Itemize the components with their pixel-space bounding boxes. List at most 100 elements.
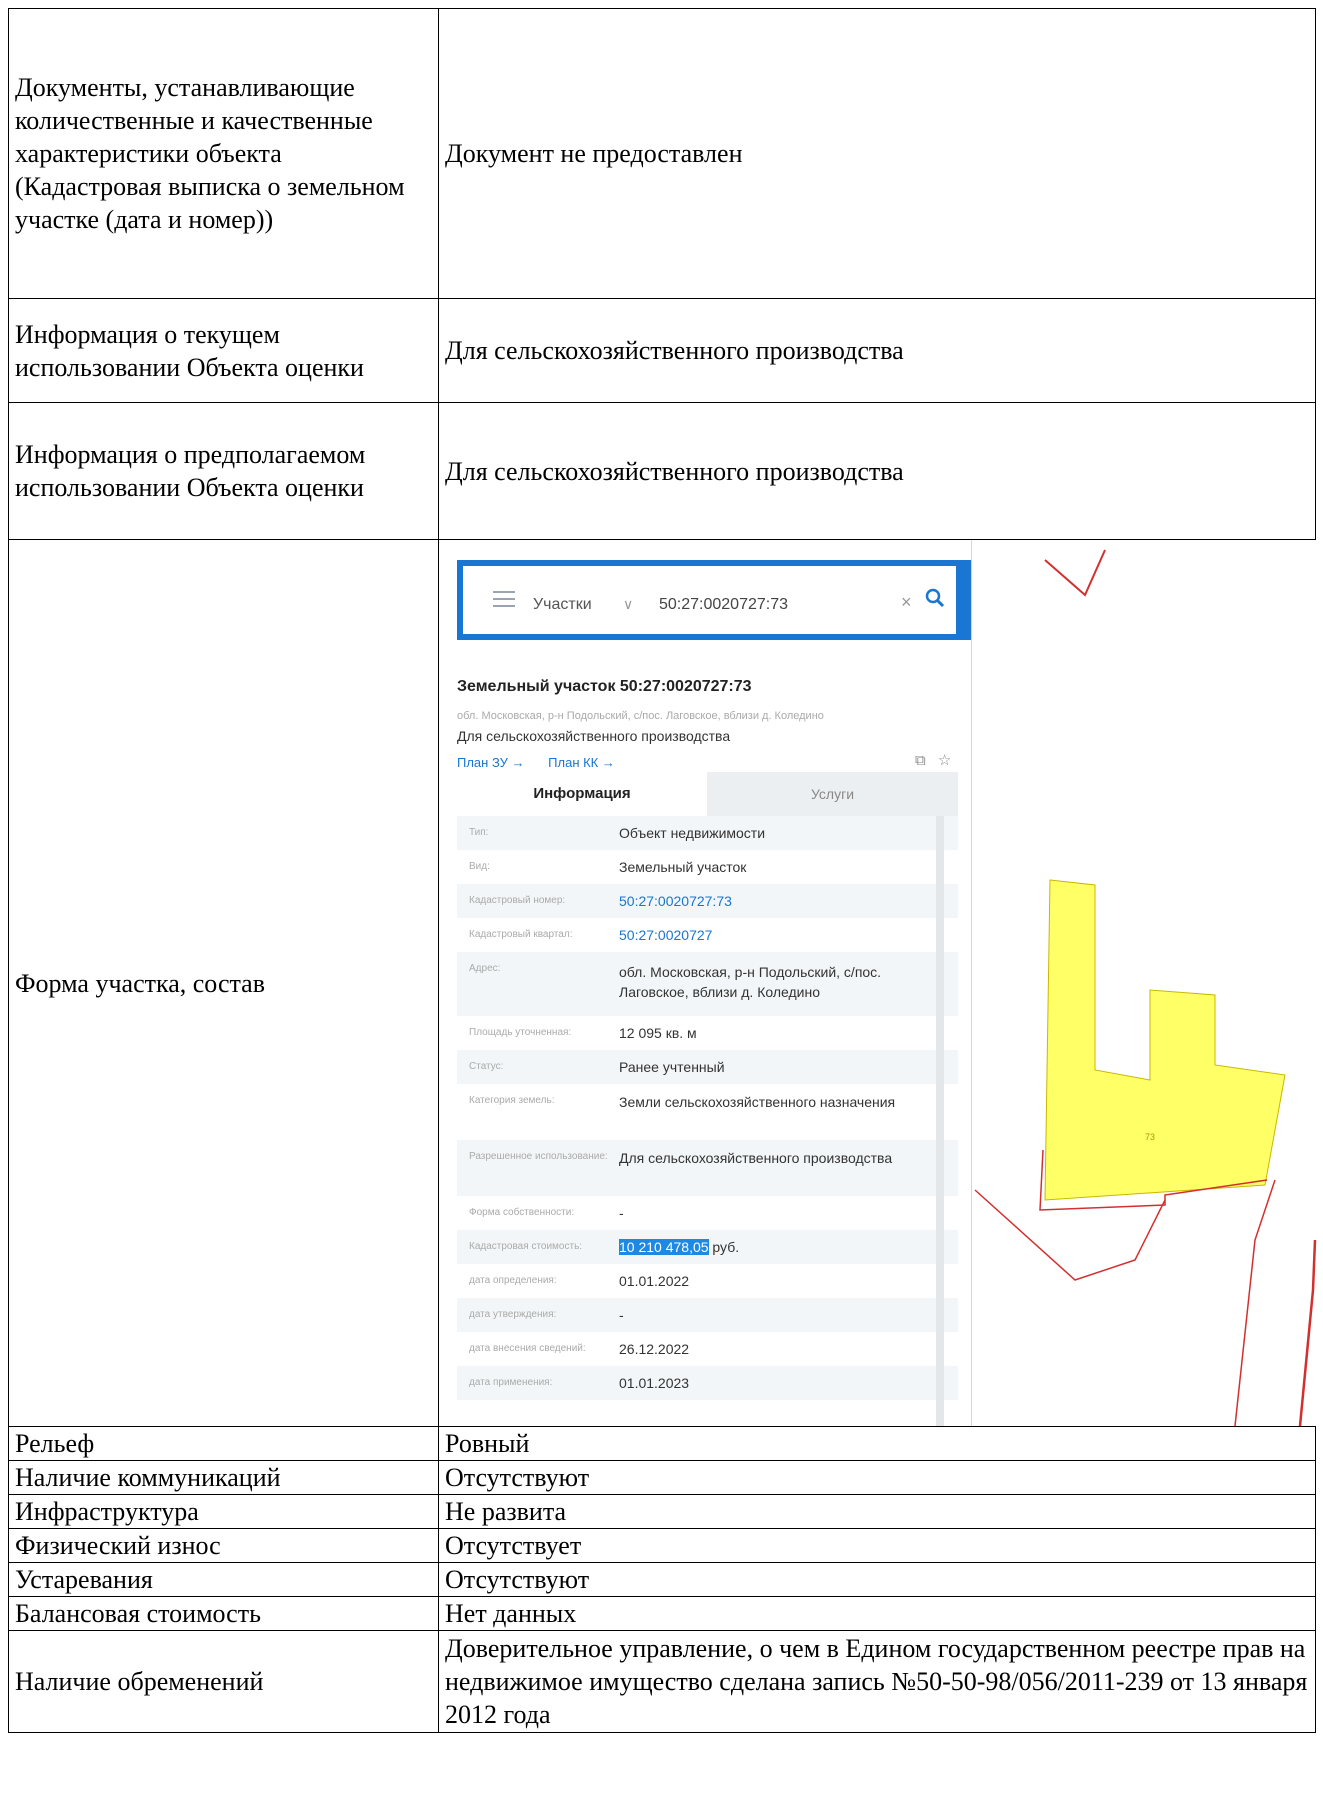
search-icon[interactable] bbox=[925, 588, 945, 608]
info-row: Форма собственности: - bbox=[457, 1196, 958, 1230]
table-row: Балансовая стоимость Нет данных bbox=[8, 1596, 1316, 1631]
search-category-select[interactable]: Участки bbox=[533, 588, 592, 621]
property-characteristics-table: Документы, устанавливающие количественны… bbox=[8, 8, 1322, 1733]
row-label: Рельеф bbox=[8, 1426, 439, 1461]
field-value: Ранее учтенный bbox=[619, 1059, 725, 1075]
field-value: 01.01.2023 bbox=[619, 1375, 690, 1391]
field-value: обл. Московская, р-н Подольский, с/пос. … bbox=[619, 964, 882, 1000]
info-row: дата внесения сведений: 26.12.2022 bbox=[457, 1332, 958, 1366]
table-row: Информация о текущем использовании Объек… bbox=[8, 298, 1316, 403]
info-row: Разрешенное использование: Для сельскохо… bbox=[457, 1140, 958, 1196]
field-label: Адрес: bbox=[469, 963, 501, 974]
table-row: Инфраструктура Не развита bbox=[8, 1494, 1316, 1529]
table-row: Документы, устанавливающие количественны… bbox=[8, 8, 1316, 299]
info-row: дата применения: 01.01.2023 bbox=[457, 1366, 958, 1400]
info-row: Кадастровый квартал: 50:27:0020727 bbox=[457, 918, 958, 952]
parcel-title: Земельный участок 50:27:0020727:73 bbox=[457, 678, 752, 695]
field-label: дата применения: bbox=[469, 1377, 553, 1388]
menu-icon[interactable] bbox=[493, 591, 515, 607]
field-label: дата утверждения: bbox=[469, 1309, 557, 1320]
boundary-line bbox=[974, 1189, 1166, 1281]
info-fields: Тип: Объект недвижимости Вид: Земельный … bbox=[457, 816, 958, 1400]
info-panel: Участки ∨ 50:27:0020727:73 × Земельный у… bbox=[445, 540, 972, 1426]
row-label: Информация о предполагаемом использовани… bbox=[8, 402, 439, 540]
cadastral-quarter-link[interactable]: 50:27:0020727 bbox=[619, 925, 949, 945]
row-label: Документы, устанавливающие количественны… bbox=[8, 8, 439, 299]
field-label: Кадастровая стоимость: bbox=[469, 1241, 583, 1252]
search-input[interactable]: 50:27:0020727:73 bbox=[659, 588, 788, 621]
table-row: Рельеф Ровный bbox=[8, 1426, 1316, 1461]
field-value: 12 095 кв. м bbox=[619, 1025, 697, 1041]
field-label: дата определения: bbox=[469, 1275, 557, 1286]
table-row: Устаревания Отсутствуют bbox=[8, 1562, 1316, 1597]
row-label: Наличие коммуникаций bbox=[8, 1460, 439, 1495]
info-row: Вид: Земельный участок bbox=[457, 850, 958, 884]
search-box[interactable]: Участки ∨ 50:27:0020727:73 × bbox=[463, 566, 956, 634]
info-row: Статус: Ранее учтенный bbox=[457, 1050, 958, 1084]
tab-info[interactable]: Информация bbox=[457, 772, 707, 818]
plan-kk-link[interactable]: План КК → bbox=[548, 755, 615, 770]
info-row: Кадастровая стоимость: 10 210 478,05 руб… bbox=[457, 1230, 958, 1264]
field-value: - bbox=[619, 1307, 624, 1323]
cadastral-number-link[interactable]: 50:27:0020727:73 bbox=[619, 891, 949, 911]
row-label: Форма участка, состав bbox=[8, 539, 439, 1427]
cadastral-map-screenshot: 73 Участки ∨ 50:27:0020727:73 × Земельны… bbox=[445, 540, 1322, 1426]
row-label: Физический износ bbox=[8, 1528, 439, 1563]
cadastral-value-unit: руб. bbox=[708, 1239, 740, 1255]
row-value: Для сельскохозяйственного производства bbox=[438, 402, 1316, 540]
field-label: Площадь уточненная: bbox=[469, 1027, 572, 1038]
star-icon[interactable]: ☆ bbox=[938, 752, 951, 769]
field-label: Разрешенное использование: bbox=[469, 1151, 608, 1162]
table-row: Форма участка, состав 73 Участки ∨ 50:27… bbox=[8, 539, 1322, 1427]
collapse-panel-button[interactable] bbox=[962, 560, 971, 640]
field-label: Категория земель: bbox=[469, 1095, 555, 1106]
cadastral-map-screenshot-cell: 73 Участки ∨ 50:27:0020727:73 × Земельны… bbox=[438, 539, 1322, 1427]
field-value: Объект недвижимости bbox=[619, 825, 766, 841]
field-value: Земли сельскохозяйственного назначения bbox=[619, 1094, 896, 1110]
field-label: Тип: bbox=[469, 827, 489, 838]
row-value: Не развита bbox=[438, 1494, 1316, 1529]
row-label: Инфраструктура bbox=[8, 1494, 439, 1529]
info-row: дата утверждения: - bbox=[457, 1298, 958, 1332]
search-bar: Участки ∨ 50:27:0020727:73 × bbox=[457, 560, 962, 640]
info-row: дата определения: 01.01.2022 bbox=[457, 1264, 958, 1298]
row-label: Информация о текущем использовании Объек… bbox=[8, 298, 439, 403]
row-value: Доверительное управление, о чем в Едином… bbox=[438, 1630, 1316, 1733]
field-label: дата внесения сведений: bbox=[469, 1343, 586, 1354]
field-label: Статус: bbox=[469, 1061, 504, 1072]
close-icon[interactable]: × bbox=[901, 586, 912, 619]
table-row: Физический износ Отсутствует bbox=[8, 1528, 1316, 1563]
boundary-line bbox=[1044, 549, 1106, 597]
row-label: Устаревания bbox=[8, 1562, 439, 1597]
boundary-line bbox=[1298, 1239, 1317, 1426]
field-value: Для сельскохозяйственного производства bbox=[619, 1150, 893, 1166]
info-row: Категория земель: Земли сельскохозяйстве… bbox=[457, 1084, 958, 1140]
info-row: Адрес: обл. Московская, р-н Подольский, … bbox=[457, 952, 958, 1016]
chevron-down-icon[interactable]: ∨ bbox=[623, 588, 633, 621]
info-row: Кадастровый номер: 50:27:0020727:73 bbox=[457, 884, 958, 918]
row-value: Отсутствуют bbox=[438, 1460, 1316, 1495]
print-icon[interactable]: ⧉ bbox=[915, 752, 926, 769]
boundary-line bbox=[1234, 1179, 1276, 1426]
field-label: Кадастровый квартал: bbox=[469, 929, 573, 940]
parcel-label: 73 bbox=[1145, 1132, 1155, 1142]
field-label: Форма собственности: bbox=[469, 1207, 575, 1218]
plan-zu-link[interactable]: План ЗУ → bbox=[457, 755, 525, 770]
info-row: Тип: Объект недвижимости bbox=[457, 816, 958, 850]
panel-scrollbar[interactable] bbox=[936, 816, 944, 1426]
row-label: Балансовая стоимость bbox=[8, 1596, 439, 1631]
row-value: Документ не предоставлен bbox=[438, 8, 1316, 299]
row-value: Для сельскохозяйственного производства bbox=[438, 298, 1316, 403]
field-label: Кадастровый номер: bbox=[469, 895, 566, 906]
cadastral-value-highlight: 10 210 478,05 bbox=[619, 1239, 709, 1255]
table-row: Наличие коммуникаций Отсутствуют bbox=[8, 1460, 1316, 1495]
field-value: - bbox=[619, 1205, 624, 1221]
row-value: Отсутствует bbox=[438, 1528, 1316, 1563]
row-value: Нет данных bbox=[438, 1596, 1316, 1631]
panel-tabs: Информация Услуги bbox=[457, 772, 958, 818]
field-value: 01.01.2022 bbox=[619, 1273, 690, 1289]
row-label: Наличие обременений bbox=[8, 1630, 439, 1733]
row-value: Ровный bbox=[438, 1426, 1316, 1461]
field-value: 26.12.2022 bbox=[619, 1341, 690, 1357]
tab-services[interactable]: Услуги bbox=[707, 772, 958, 816]
